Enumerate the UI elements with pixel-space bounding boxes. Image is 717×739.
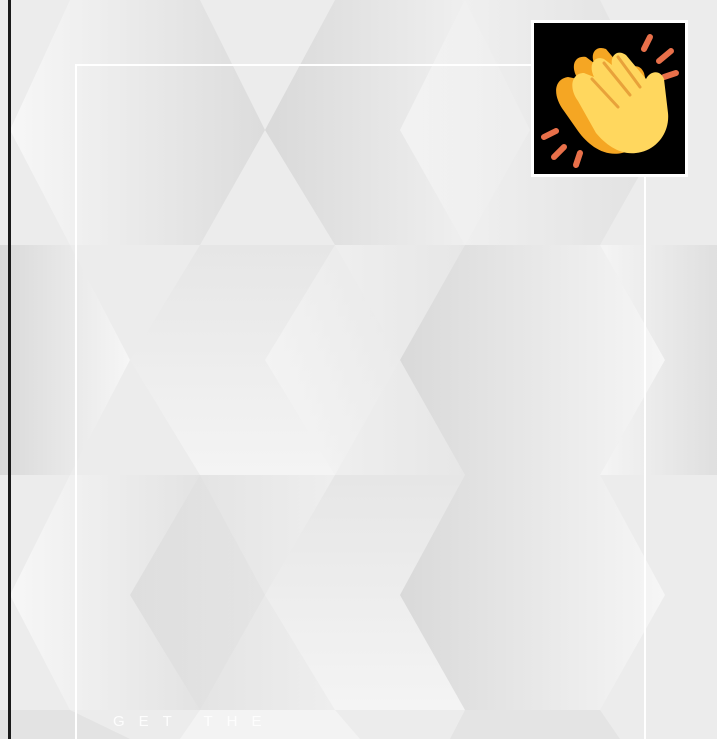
emoji-badge xyxy=(531,20,688,177)
left-edge-border xyxy=(8,0,11,739)
caption-text: GET THE xyxy=(113,713,276,730)
clapping-hands-icon xyxy=(541,34,679,168)
wallpaper-canvas: GET THE xyxy=(0,0,717,739)
emoji-badge-background xyxy=(534,23,685,174)
